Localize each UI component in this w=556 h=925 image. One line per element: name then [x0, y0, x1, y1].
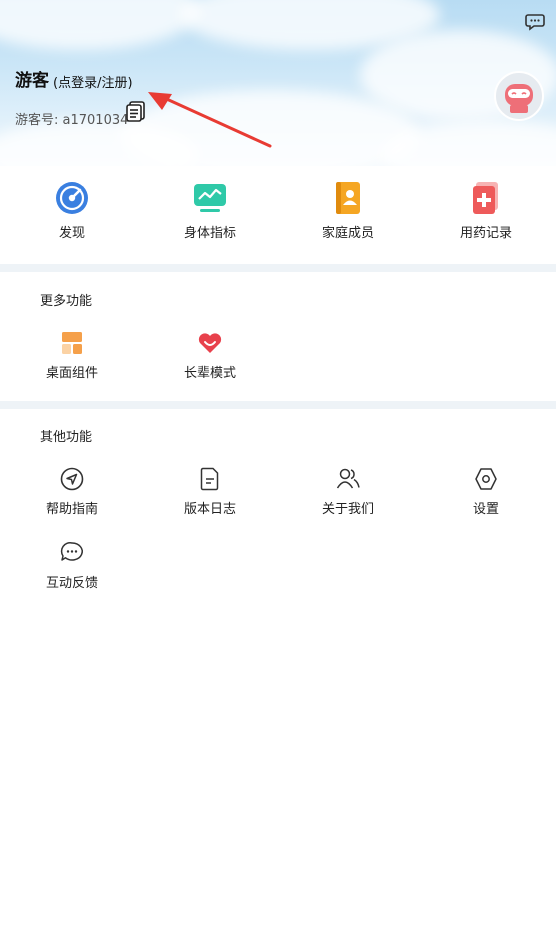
- hexagon-settings-icon: [475, 468, 497, 490]
- feature-desktop-widget-label: 桌面组件: [45, 366, 98, 381]
- feature-feedback[interactable]: 互动反馈: [22, 540, 122, 591]
- medical-record-icon: [473, 182, 498, 214]
- feature-settings-label: 设置: [472, 502, 499, 517]
- contacts-book-icon: [336, 182, 360, 214]
- nav-discover-label: 发现: [58, 226, 85, 241]
- feature-feedback-label: 互动反馈: [45, 576, 98, 591]
- users-icon: [336, 468, 360, 489]
- guest-id: 游客号: a1701034: [15, 113, 129, 128]
- widget-grid-icon: [62, 332, 82, 354]
- user-name[interactable]: 游客: [15, 66, 49, 91]
- feature-version-log-label: 版本日志: [183, 502, 236, 517]
- feature-version-log[interactable]: 版本日志: [160, 466, 260, 517]
- nav-body-metrics[interactable]: 身体指标: [160, 180, 260, 241]
- quick-nav: 发现 身体指标 家庭成员 用药记录: [0, 166, 556, 264]
- more-features-title: 更多功能: [40, 294, 93, 309]
- feature-elder-mode-label: 长辈模式: [183, 366, 236, 381]
- profile-header: 游客 (点登录/注册) 游客号: a1701034: [0, 0, 556, 166]
- message-icon[interactable]: [524, 10, 546, 32]
- profile-page: 游客 (点登录/注册) 游客号: a1701034 发现 身体指标 家庭成员 用…: [0, 0, 556, 925]
- nav-medication-record[interactable]: 用药记录: [436, 180, 536, 241]
- monitor-chart-icon: [194, 184, 226, 212]
- nav-family-members-label: 家庭成员: [321, 226, 374, 241]
- section-divider: [0, 264, 556, 272]
- copy-icon[interactable]: [124, 99, 148, 123]
- section-divider: [0, 401, 556, 409]
- feature-help-guide-label: 帮助指南: [45, 502, 98, 517]
- feature-about-us-label: 关于我们: [321, 502, 374, 517]
- nav-body-metrics-label: 身体指标: [183, 226, 236, 241]
- feature-about-us[interactable]: 关于我们: [298, 466, 398, 517]
- feature-help-guide[interactable]: 帮助指南: [22, 466, 122, 517]
- document-icon: [200, 467, 219, 491]
- login-register-link[interactable]: (点登录/注册): [53, 72, 133, 91]
- feature-desktop-widget[interactable]: 桌面组件: [22, 330, 122, 381]
- heart-smile-icon: [198, 333, 222, 353]
- navigation-circle-icon: [60, 467, 84, 491]
- annotation-arrow-icon: [148, 92, 272, 148]
- nav-family-members[interactable]: 家庭成员: [298, 180, 398, 241]
- other-features-title: 其他功能: [40, 430, 93, 445]
- avatar[interactable]: [494, 71, 544, 121]
- feature-settings[interactable]: 设置: [436, 466, 536, 517]
- nav-medication-record-label: 用药记录: [459, 226, 512, 241]
- feature-elder-mode[interactable]: 长辈模式: [160, 330, 260, 381]
- chat-bubble-icon: [60, 542, 83, 561]
- compass-icon: [56, 182, 88, 214]
- nav-discover[interactable]: 发现: [22, 180, 122, 241]
